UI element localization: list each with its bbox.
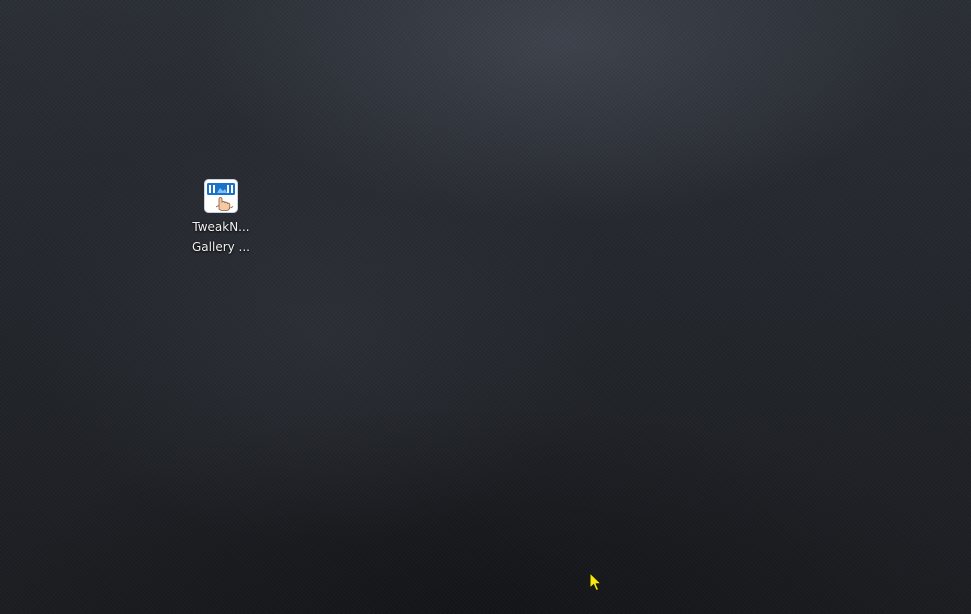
tweaknow-gallery-app-icon [204,179,238,213]
desktop-icon-tweaknow-gallery[interactable]: TweakN... Gallery ... [181,179,261,257]
arrow-pointer-icon [589,572,602,592]
wallpaper-texture [0,0,971,614]
desktop-icon-label-line2: Gallery ... [192,240,250,254]
desktop-icon-label: TweakN... Gallery ... [181,217,261,257]
desktop-background[interactable]: TweakN... Gallery ... [0,0,971,614]
desktop-icon-label-line1: TweakN... [192,220,250,234]
